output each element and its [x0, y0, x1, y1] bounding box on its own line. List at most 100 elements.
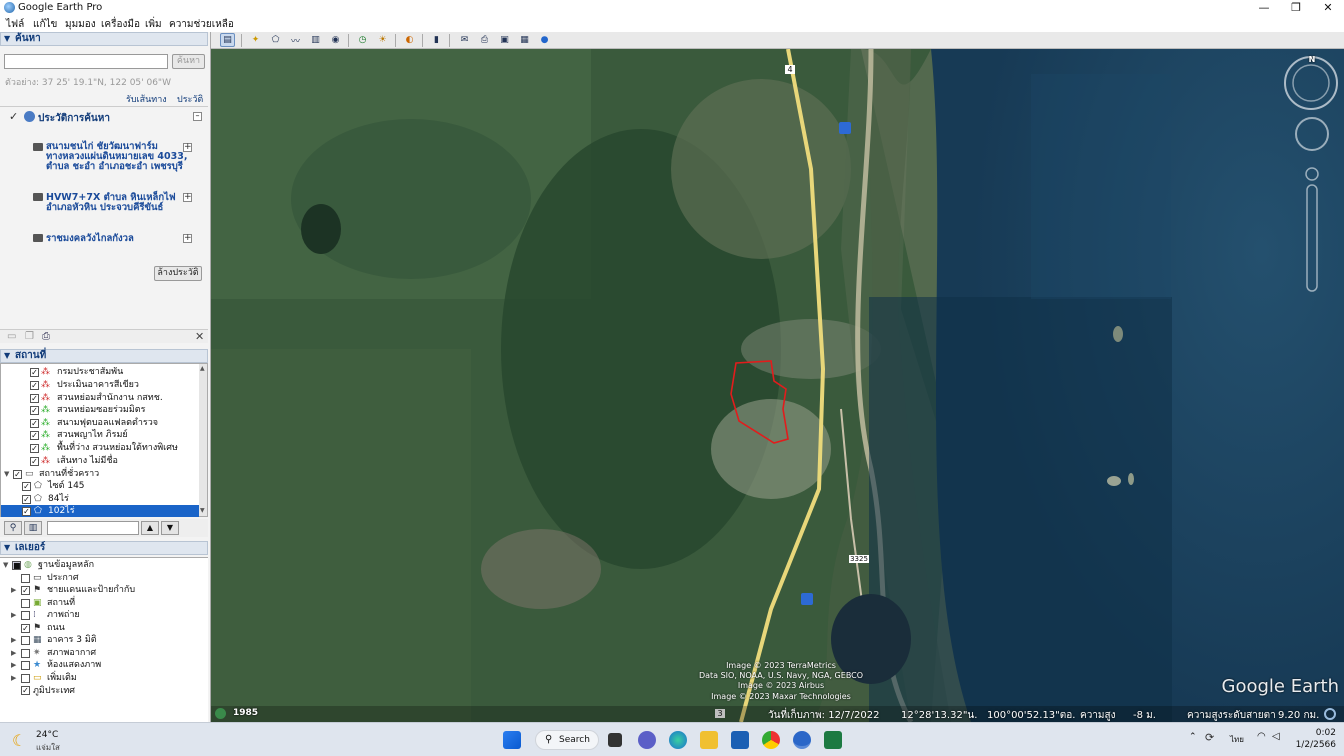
checkbox[interactable]: ✓: [30, 381, 39, 390]
record-tour-icon[interactable]: ◉: [328, 33, 343, 47]
place-item[interactable]: กรมประชาสัมพัน: [57, 366, 123, 378]
save-image-icon[interactable]: ▣: [497, 33, 512, 47]
layer-item[interactable]: อาคาร 3 มิติ: [47, 634, 97, 646]
wifi-icon[interactable]: ◠: [1257, 731, 1266, 742]
layer-root[interactable]: ฐานข้อมูลหลัก: [38, 559, 94, 571]
place-item[interactable]: ประเมินอาคารสีเขียว: [57, 379, 139, 391]
history-item[interactable]: ราชมงคลวังไกลกังวล: [46, 234, 196, 244]
file-explorer-icon[interactable]: [700, 731, 718, 749]
chrome-icon[interactable]: [762, 731, 780, 749]
checkbox[interactable]: ✓: [30, 444, 39, 453]
checkbox[interactable]: ✓: [22, 507, 31, 516]
checkbox[interactable]: [21, 599, 30, 608]
sunlight-icon[interactable]: ☀: [375, 33, 390, 47]
place-item[interactable]: สวนหย่อมซอยร่วมมิตร: [57, 404, 145, 416]
placemark-icon[interactable]: ✦: [248, 33, 263, 47]
checkbox[interactable]: ✓: [30, 406, 39, 415]
expand-plus-icon[interactable]: +: [183, 143, 192, 152]
search-icon[interactable]: ⚲: [4, 521, 22, 535]
email-icon[interactable]: ✉: [457, 33, 472, 47]
place-item[interactable]: ไซต์ 145: [48, 480, 85, 492]
checkbox[interactable]: ■: [12, 561, 21, 570]
google-earth-taskbar-icon[interactable]: [793, 731, 811, 749]
print-icon[interactable]: ⎙: [477, 33, 492, 47]
print-icon[interactable]: ⎙: [42, 331, 50, 342]
checkbox[interactable]: ✓: [22, 482, 31, 491]
path-icon[interactable]: 〰: [288, 33, 303, 47]
checkbox[interactable]: [21, 574, 30, 583]
place-item[interactable]: เส้นทาง ไม่มีชื่อ: [57, 455, 118, 467]
layer-terrain[interactable]: ภูมิประเทศ: [33, 685, 75, 697]
get-directions-link[interactable]: รับเส้นทาง: [126, 92, 167, 106]
place-item[interactable]: สวนพญาไท ภิรมย์: [57, 429, 128, 441]
search-button[interactable]: ค้นหา: [172, 54, 205, 69]
menu-view[interactable]: มุมมอง: [65, 17, 96, 32]
close-button[interactable]: ✕: [1312, 0, 1344, 16]
compass-north-label[interactable]: N: [1305, 55, 1319, 64]
checkbox[interactable]: ✓: [21, 686, 30, 695]
checkbox[interactable]: [21, 674, 30, 683]
add-folder-icon[interactable]: ▭: [7, 331, 16, 342]
places-panel-header[interactable]: สถานที่: [0, 349, 208, 363]
checkbox[interactable]: ✓: [30, 457, 39, 466]
input-language[interactable]: ไทย: [1230, 733, 1244, 746]
weather-temperature[interactable]: 24°C: [36, 730, 58, 740]
earth-icon[interactable]: ●: [537, 33, 552, 47]
history-item[interactable]: สนามชนไก่ ชัยวัฒนาฟาร์ม ทางหลวงแผ่นดินหม…: [46, 142, 196, 172]
history-link[interactable]: ประวัติ: [177, 92, 203, 106]
menu-tools[interactable]: เครื่องมือ: [101, 17, 140, 32]
clock-date[interactable]: 1/2/2566: [1292, 740, 1336, 750]
layer-item[interactable]: ห้องแสดงภาพ: [47, 659, 101, 671]
menu-help[interactable]: ความช่วยเหลือ: [169, 17, 234, 32]
layer-item[interactable]: เพิ่มเติม: [47, 672, 77, 684]
checkbox[interactable]: ✓: [30, 368, 39, 377]
layer-item[interactable]: สถานที่: [47, 597, 75, 609]
expand-arrow-icon[interactable]: ▶: [11, 672, 19, 684]
sidebar-toggle-icon[interactable]: ▤: [220, 33, 235, 47]
search-input[interactable]: [4, 54, 168, 69]
collapse-arrow-icon[interactable]: ▼: [3, 559, 11, 571]
expand-plus-icon[interactable]: +: [183, 193, 192, 202]
expand-plus-icon[interactable]: +: [183, 234, 192, 243]
places-scrollbar[interactable]: ▲ ▼: [199, 364, 207, 516]
checkbox[interactable]: ✓: [13, 470, 22, 479]
temporary-places-folder[interactable]: สถานที่ชั่วคราว: [39, 468, 99, 480]
layer-item[interactable]: ถนน: [47, 622, 65, 634]
checkbox[interactable]: ✓: [30, 394, 39, 403]
show-hidden-icons-icon[interactable]: ⌃: [1189, 732, 1197, 742]
expand-arrow-icon[interactable]: ▶: [11, 634, 19, 646]
menu-file[interactable]: ไฟล์: [6, 17, 24, 32]
place-item[interactable]: สนามฟุตบอลแฟลตตำรวจ: [57, 417, 158, 429]
chat-icon[interactable]: [638, 731, 656, 749]
ruler-icon[interactable]: ▮: [429, 33, 444, 47]
search-panel-header[interactable]: ค้นหา: [0, 32, 208, 46]
layer-item[interactable]: สภาพอากาศ: [47, 647, 96, 659]
expand-arrow-icon[interactable]: ▶: [11, 609, 19, 621]
clear-history-button[interactable]: ล้างประวัติ: [154, 266, 202, 281]
view-in-maps-icon[interactable]: ▦: [517, 33, 532, 47]
minimize-button[interactable]: —: [1248, 0, 1280, 16]
menu-add[interactable]: เพิ่ม: [145, 17, 162, 32]
copy-icon[interactable]: ❐: [25, 331, 34, 342]
historical-imagery-icon[interactable]: ◷: [355, 33, 370, 47]
layers-panel-header[interactable]: เลเยอร์: [0, 541, 208, 555]
move-up-icon[interactable]: ▲: [141, 521, 159, 535]
place-item[interactable]: สวนหย่อมสำนักงาน กสทช.: [57, 392, 163, 404]
checkbox[interactable]: ✓: [21, 624, 30, 633]
layer-item[interactable]: ประกาศ: [47, 572, 79, 584]
checkbox[interactable]: ✓: [22, 495, 31, 504]
sync-icon[interactable]: ⟳: [1205, 731, 1214, 744]
close-panel-icon[interactable]: ✕: [195, 330, 204, 343]
expand-arrow-icon[interactable]: ▶: [11, 659, 19, 671]
expand-arrow-icon[interactable]: ▶: [11, 584, 19, 596]
edge-browser-icon[interactable]: [669, 731, 687, 749]
planets-icon[interactable]: ◐: [402, 33, 417, 47]
move-down-icon[interactable]: ▼: [161, 521, 179, 535]
clock-time[interactable]: 0:02: [1296, 728, 1336, 738]
checkbox[interactable]: [21, 611, 30, 620]
collapse-arrow-icon[interactable]: ▼: [4, 468, 12, 480]
taskbar-search-box[interactable]: ⚲ Search: [535, 730, 599, 750]
image-overlay-icon[interactable]: ▥: [308, 33, 323, 47]
checkbox[interactable]: ✓: [21, 586, 30, 595]
polygon-icon[interactable]: ⬠: [268, 33, 283, 47]
